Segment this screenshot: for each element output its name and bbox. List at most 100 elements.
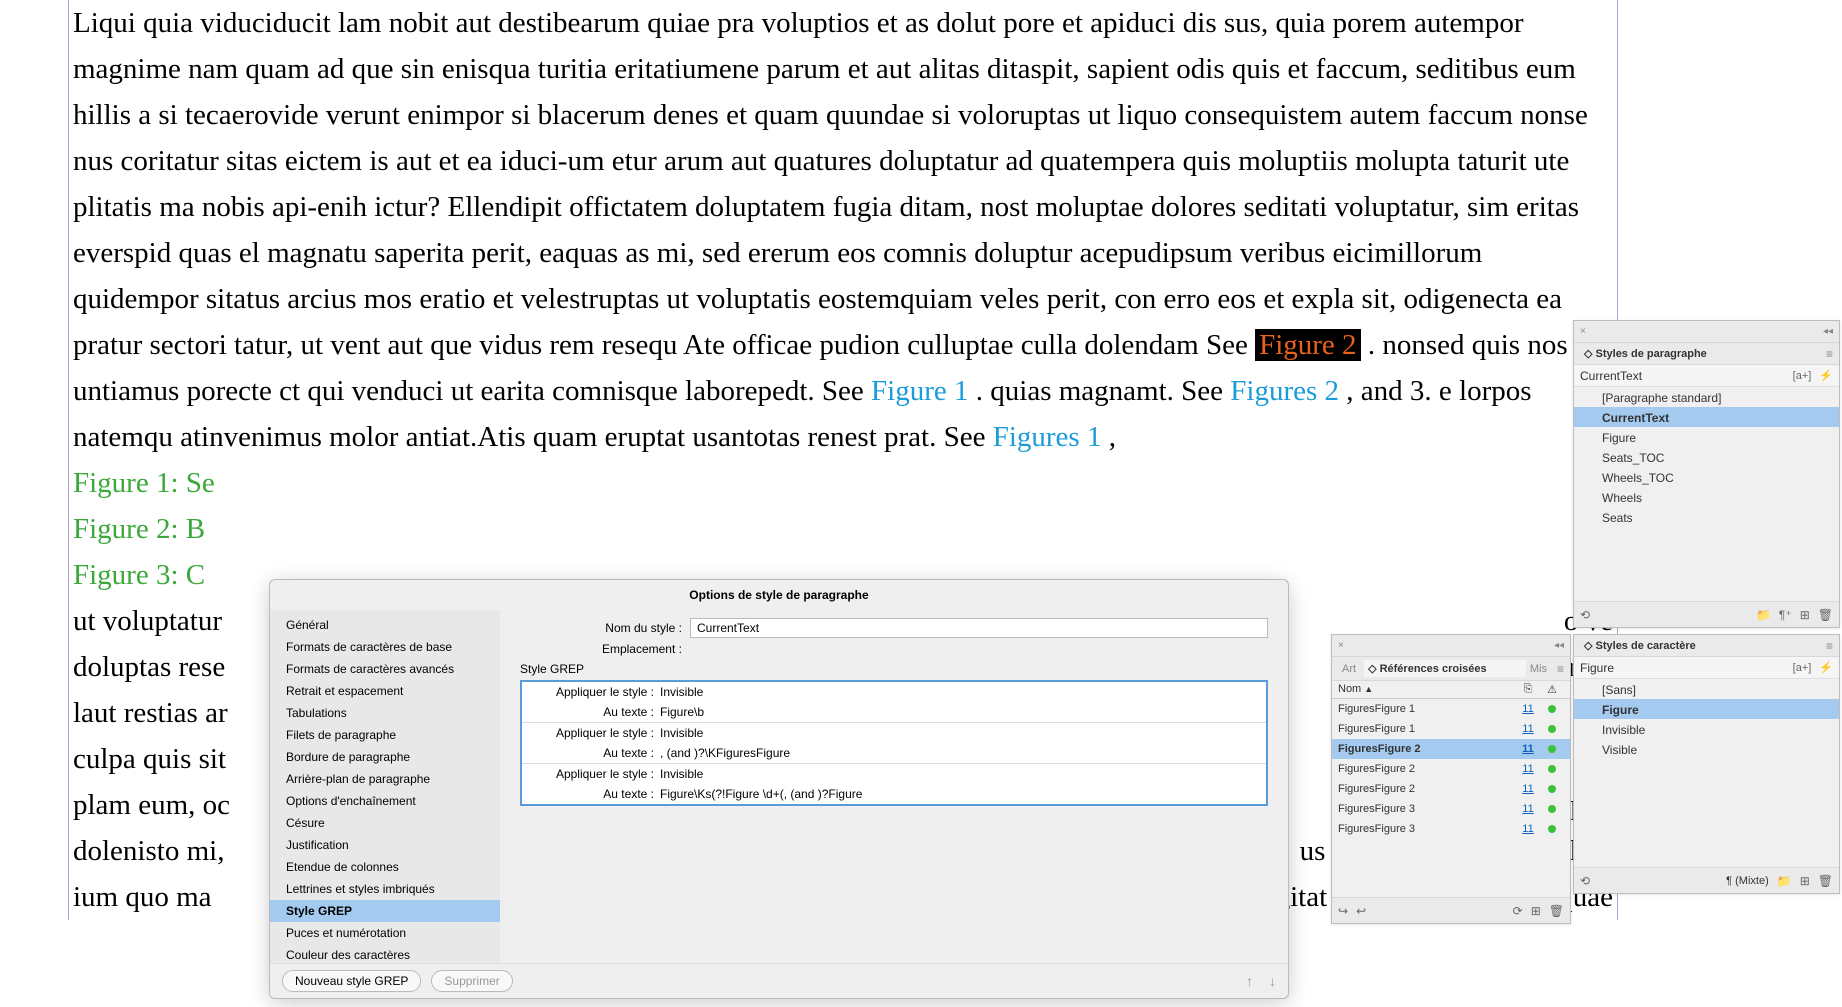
new-style-icon[interactable]: ⊞ bbox=[1800, 874, 1810, 888]
quick-apply-icon[interactable]: ⚡ bbox=[1819, 369, 1833, 382]
override-indicator-icon[interactable]: [a+] bbox=[1793, 662, 1812, 674]
character-style-item[interactable]: Invisible bbox=[1574, 719, 1839, 739]
folder-icon[interactable]: 📁 bbox=[1777, 874, 1792, 888]
to-text-value[interactable]: Figure\b bbox=[660, 705, 704, 719]
dialog-sidebar-item[interactable]: Général bbox=[270, 614, 500, 636]
move-up-icon[interactable]: ↑ bbox=[1246, 973, 1253, 989]
style-name-input[interactable] bbox=[690, 618, 1268, 638]
xref-status-icon bbox=[1540, 702, 1564, 716]
go-to-source-icon[interactable]: ↪ bbox=[1338, 904, 1348, 918]
cross-reference-row[interactable]: FiguresFigure 311 bbox=[1332, 819, 1570, 839]
xref-status-icon bbox=[1540, 822, 1564, 836]
dialog-sidebar-item[interactable]: Bordure de paragraphe bbox=[270, 746, 500, 768]
apply-style-value[interactable]: Invisible bbox=[660, 685, 703, 699]
dialog-sidebar-item[interactable]: Tabulations bbox=[270, 702, 500, 724]
body-text: , bbox=[1109, 421, 1116, 453]
cross-reference-row[interactable]: FiguresFigure 311 bbox=[1332, 799, 1570, 819]
new-xref-icon[interactable]: ⊞ bbox=[1531, 904, 1541, 918]
dialog-sidebar-item[interactable]: Césure bbox=[270, 812, 500, 834]
to-text-value[interactable]: , (and )?\KFiguresFigure bbox=[660, 746, 790, 760]
delete-style-icon[interactable]: 🗑 bbox=[1818, 608, 1833, 622]
refresh-icon[interactable]: ⟳ bbox=[1513, 904, 1523, 918]
panel-menu-icon[interactable]: ≡ bbox=[1826, 347, 1833, 361]
paragraph-style-item[interactable]: Wheels bbox=[1574, 487, 1839, 507]
delete-xref-icon[interactable]: 🗑 bbox=[1549, 904, 1564, 918]
cross-reference-row[interactable]: FiguresFigure 211 bbox=[1332, 759, 1570, 779]
apply-style-value[interactable]: Invisible bbox=[660, 726, 703, 740]
column-name-header[interactable]: Nom ▲ bbox=[1338, 683, 1516, 696]
grep-styles-list[interactable]: Appliquer le style :InvisibleAu texte :F… bbox=[520, 680, 1268, 806]
figure-caption: Figure 1: Se bbox=[73, 467, 215, 499]
panel-menu-icon[interactable]: ≡ bbox=[1826, 639, 1833, 653]
column-page-header[interactable]: ⎘ bbox=[1516, 683, 1540, 696]
grep-style-item[interactable]: Appliquer le style :InvisibleAu texte :F… bbox=[522, 764, 1266, 804]
dialog-sidebar-item[interactable]: Retrait et espacement bbox=[270, 680, 500, 702]
cc-libraries-icon[interactable]: ⟲ bbox=[1580, 608, 1590, 622]
xref-status-icon bbox=[1540, 762, 1564, 776]
column-status-header[interactable]: ⚠ bbox=[1540, 683, 1564, 696]
cross-reference-row[interactable]: FiguresFigure 211 bbox=[1332, 779, 1570, 799]
close-icon[interactable]: × bbox=[1338, 640, 1344, 651]
character-style-item[interactable]: [Sans] bbox=[1574, 679, 1839, 699]
quick-apply-icon[interactable]: ⚡ bbox=[1819, 661, 1833, 674]
paragraph-style-item[interactable]: CurrentText bbox=[1574, 407, 1839, 427]
tab-mis[interactable]: Mis bbox=[1526, 663, 1551, 675]
body-text: . quias magnamt. See bbox=[976, 375, 1231, 407]
dialog-sidebar-item[interactable]: Options d'enchaînement bbox=[270, 790, 500, 812]
close-icon[interactable]: × bbox=[1580, 326, 1586, 337]
cross-reference-row[interactable]: FiguresFigure 111 bbox=[1332, 699, 1570, 719]
panel-title: ◇ Styles de paragraphe bbox=[1584, 347, 1820, 360]
to-text-value[interactable]: Figure\Ks(?!Figure \d+(, (and )?Figure bbox=[660, 787, 862, 801]
dialog-sidebar-item[interactable]: Formats de caractères de base bbox=[270, 636, 500, 658]
dialog-sidebar-item[interactable]: Arrière-plan de paragraphe bbox=[270, 768, 500, 790]
paragraph-style-item[interactable]: Seats_TOC bbox=[1574, 447, 1839, 467]
dialog-sidebar-item[interactable]: Filets de paragraphe bbox=[270, 724, 500, 746]
new-grep-style-button[interactable]: Nouveau style GREP bbox=[282, 970, 421, 992]
override-indicator-icon[interactable]: [a+] bbox=[1793, 370, 1812, 382]
go-to-destination-icon[interactable]: ↩ bbox=[1356, 904, 1366, 918]
character-style-item[interactable]: Visible bbox=[1574, 739, 1839, 759]
panel-menu-icon[interactable]: ≡ bbox=[1557, 662, 1564, 676]
dialog-sidebar-item[interactable]: Style GREP bbox=[270, 900, 500, 922]
dialog-sidebar-item[interactable]: Etendue de colonnes bbox=[270, 856, 500, 878]
clear-overrides-icon[interactable]: ¶⁺ bbox=[1779, 608, 1792, 622]
xref-page-link[interactable]: 11 bbox=[1516, 743, 1540, 755]
dialog-sidebar-item[interactable]: Formats de caractères avancés bbox=[270, 658, 500, 680]
tab-art[interactable]: Art bbox=[1338, 663, 1360, 675]
folder-icon[interactable]: 📁 bbox=[1756, 608, 1771, 622]
cc-libraries-icon[interactable]: ⟲ bbox=[1580, 874, 1590, 888]
collapse-icon[interactable]: ◂◂ bbox=[1554, 640, 1564, 651]
grep-style-item[interactable]: Appliquer le style :InvisibleAu texte :,… bbox=[522, 723, 1266, 764]
delete-style-icon[interactable]: 🗑 bbox=[1818, 874, 1833, 888]
figure-ref-link[interactable]: Figures 1 bbox=[993, 421, 1102, 453]
paragraph-style-item[interactable]: Figure bbox=[1574, 427, 1839, 447]
figure-ref-link[interactable]: Figure 1 bbox=[871, 375, 968, 407]
xref-page-link[interactable]: 11 bbox=[1516, 723, 1540, 735]
dialog-sidebar-item[interactable]: Couleur des caractères bbox=[270, 944, 500, 963]
move-down-icon[interactable]: ↓ bbox=[1269, 973, 1276, 989]
xref-page-link[interactable]: 11 bbox=[1516, 763, 1540, 775]
xref-page-link[interactable]: 11 bbox=[1516, 823, 1540, 835]
body-text: Liqui quia viduciducit lam nobit aut des… bbox=[73, 7, 1588, 361]
dialog-sidebar-item[interactable]: Puces et numérotation bbox=[270, 922, 500, 944]
character-style-item[interactable]: Figure bbox=[1574, 699, 1839, 719]
figure-ref-highlighted[interactable]: Figure 2 bbox=[1255, 329, 1360, 361]
new-style-icon[interactable]: ⊞ bbox=[1800, 608, 1810, 622]
dialog-sidebar-item[interactable]: Justification bbox=[270, 834, 500, 856]
delete-grep-style-button[interactable]: Supprimer bbox=[431, 970, 512, 992]
xref-page-link[interactable]: 11 bbox=[1516, 803, 1540, 815]
xref-page-link[interactable]: 11 bbox=[1516, 783, 1540, 795]
paragraph-style-item[interactable]: [Paragraphe standard] bbox=[1574, 387, 1839, 407]
xref-page-link[interactable]: 11 bbox=[1516, 703, 1540, 715]
figure-ref-link[interactable]: Figures 2 bbox=[1230, 375, 1339, 407]
apply-style-value[interactable]: Invisible bbox=[660, 767, 703, 781]
tab-cross-references[interactable]: ◇ Références croisées bbox=[1364, 660, 1526, 677]
xref-name: FiguresFigure 1 bbox=[1338, 703, 1516, 715]
dialog-sidebar-item[interactable]: Lettrines et styles imbriqués bbox=[270, 878, 500, 900]
collapse-icon[interactable]: ◂◂ bbox=[1823, 326, 1833, 337]
paragraph-style-item[interactable]: Wheels_TOC bbox=[1574, 467, 1839, 487]
cross-reference-row[interactable]: FiguresFigure 111 bbox=[1332, 719, 1570, 739]
cross-reference-row[interactable]: FiguresFigure 211 bbox=[1332, 739, 1570, 759]
paragraph-style-item[interactable]: Seats bbox=[1574, 507, 1839, 527]
grep-style-item[interactable]: Appliquer le style :InvisibleAu texte :F… bbox=[522, 682, 1266, 723]
